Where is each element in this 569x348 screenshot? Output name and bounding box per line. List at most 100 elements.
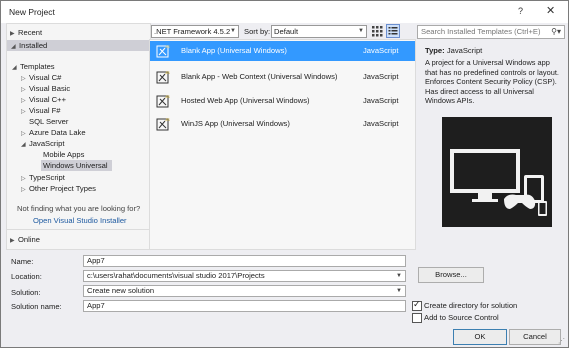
collapse-arrow-icon[interactable]: ◢ xyxy=(21,140,29,151)
create-directory-checkbox[interactable]: ✓ xyxy=(412,299,422,311)
tree-item-label: Recent xyxy=(18,28,43,37)
tree-item-templates[interactable]: ◢ Templates xyxy=(12,61,55,72)
js-template-icon: JS xyxy=(156,94,170,108)
not-finding-text: Not finding what you are looking for? xyxy=(17,204,141,213)
tree-item-label: Windows Universal xyxy=(43,161,108,170)
name-value: App7 xyxy=(87,256,105,265)
checkmark-icon: ✓ xyxy=(413,299,421,309)
create-directory-label: Create directory for solution xyxy=(424,301,518,310)
search-placeholder: Search Installed Templates (Ctrl+E) xyxy=(421,27,541,36)
description-text: A project for a Universal Windows app th… xyxy=(425,58,559,106)
expand-arrow-icon[interactable]: ▶ xyxy=(10,236,18,247)
template-row[interactable]: JS Blank App (Universal Windows) JavaScr… xyxy=(150,41,415,61)
solution-name-value: App7 xyxy=(87,301,105,310)
tree-item-recent[interactable]: ▶ Recent xyxy=(10,27,42,38)
template-row[interactable]: JS Blank App - Web Context (Universal Wi… xyxy=(150,67,415,87)
divider xyxy=(7,229,150,230)
tree-item-label: Visual F# xyxy=(29,106,61,115)
tree-item-label: Templates xyxy=(20,62,55,71)
expand-arrow-icon[interactable]: ▷ xyxy=(21,107,29,118)
js-template-icon: JS xyxy=(156,44,170,58)
tree-item-azure-data-lake[interactable]: ▷ Azure Data Lake xyxy=(21,127,86,138)
template-row[interactable]: JS WinJS App (Universal Windows) JavaScr… xyxy=(150,114,415,134)
location-field[interactable]: c:\users\rahat\documents\visual studio 2… xyxy=(83,270,406,282)
tree-item-label: Visual Basic xyxy=(29,84,71,93)
svg-text:JS: JS xyxy=(165,94,170,99)
description-panel: Type: JavaScript A project for a Univers… xyxy=(418,39,563,248)
tree-item-mobile-apps[interactable]: Mobile Apps xyxy=(43,149,84,160)
tree-item-visual-basic[interactable]: ▷ Visual Basic xyxy=(21,83,70,94)
search-input[interactable]: Search Installed Templates (Ctrl+E) ⚲▾ xyxy=(417,25,565,39)
tree-item-sql-server[interactable]: SQL Server xyxy=(29,116,68,127)
title-bar: New Project ? ✕ xyxy=(1,1,568,23)
new-project-dialog: New Project ? ✕ ▶ Recent ◢ Installed ◢ Temp… xyxy=(0,0,569,348)
type-value: JavaScript xyxy=(446,46,483,55)
solution-select[interactable]: Create new solution ▼ xyxy=(83,285,406,297)
tree-item-visual-fsharp[interactable]: ▷ Visual F# xyxy=(21,105,61,116)
ok-button[interactable]: OK xyxy=(453,329,507,345)
template-language: JavaScript xyxy=(363,72,399,81)
svg-text:JS: JS xyxy=(165,44,170,49)
template-name: WinJS App (Universal Windows) xyxy=(181,119,290,128)
help-button[interactable]: ? xyxy=(518,6,523,16)
chevron-down-icon: ▼ xyxy=(358,28,364,34)
template-language: JavaScript xyxy=(363,46,399,55)
tree-item-visual-cpp[interactable]: ▷ Visual C++ xyxy=(21,94,66,105)
list-view-icon[interactable] xyxy=(386,24,400,38)
tree-item-label: Installed xyxy=(19,41,48,50)
template-language: JavaScript xyxy=(363,96,399,105)
svg-text:JS: JS xyxy=(165,117,170,122)
template-name: Blank App (Universal Windows) xyxy=(181,46,287,55)
dialog-title: New Project xyxy=(9,7,55,17)
template-name: Hosted Web App (Universal Windows) xyxy=(181,96,310,105)
expand-arrow-icon[interactable]: ▶ xyxy=(10,29,18,40)
search-icon[interactable]: ⚲▾ xyxy=(551,26,561,38)
template-tree: ▶ Recent ◢ Installed ◢ Templates ▷ Visual C#… xyxy=(6,23,151,250)
tree-item-label: TypeScript xyxy=(29,173,65,182)
browse-button[interactable]: Browse... xyxy=(418,267,484,283)
type-label: Type: xyxy=(425,46,445,55)
tree-item-typescript[interactable]: ▷ TypeScript xyxy=(21,172,65,183)
tree-item-label: Online xyxy=(18,235,40,244)
tree-item-label: Azure Data Lake xyxy=(29,128,86,137)
sort-label: Sort by: xyxy=(244,27,271,36)
template-name: Blank App - Web Context (Universal Windo… xyxy=(181,72,338,81)
solution-label: Solution: xyxy=(11,288,41,297)
sort-select[interactable]: Default ▼ xyxy=(271,25,367,38)
tree-item-windows-universal[interactable]: Windows Universal xyxy=(41,160,112,171)
tree-item-online[interactable]: ▶ Online xyxy=(10,234,40,245)
svg-text:JS: JS xyxy=(165,70,170,75)
tree-item-label: Mobile Apps xyxy=(43,150,85,159)
devices-illustration-icon xyxy=(442,117,552,227)
name-field[interactable]: App7 xyxy=(83,255,406,267)
location-value: c:\users\rahat\documents\visual studio 2… xyxy=(87,271,265,280)
framework-select[interactable]: .NET Framework 4.5.2 ▼ xyxy=(151,25,239,38)
tree-item-javascript[interactable]: ◢ JavaScript xyxy=(21,138,64,149)
open-installer-link[interactable]: Open Visual Studio Installer xyxy=(33,216,127,225)
tree-item-label: SQL Server xyxy=(29,117,69,126)
template-row[interactable]: JS Hosted Web App (Universal Windows) Ja… xyxy=(150,91,415,111)
tree-item-label: Visual C++ xyxy=(29,95,67,104)
resize-grip-icon[interactable]: ⋰ xyxy=(558,337,565,345)
js-template-icon: JS xyxy=(156,70,170,84)
add-source-control-checkbox[interactable] xyxy=(412,313,422,323)
tree-item-visual-csharp[interactable]: ▷ Visual C# xyxy=(21,72,61,83)
location-label: Location: xyxy=(11,272,42,281)
add-source-control-label: Add to Source Control xyxy=(424,313,499,322)
solution-name-label: Solution name: xyxy=(11,302,62,311)
tree-item-label: JavaScript xyxy=(29,139,65,148)
tree-item-installed[interactable]: ◢ Installed xyxy=(7,40,150,53)
chevron-down-icon: ▼ xyxy=(396,273,402,279)
collapse-arrow-icon[interactable]: ◢ xyxy=(12,63,20,74)
js-template-icon: JS xyxy=(156,117,170,131)
close-button[interactable]: ✕ xyxy=(546,4,555,17)
chevron-down-icon: ▼ xyxy=(230,28,236,34)
cancel-button[interactable]: Cancel xyxy=(509,329,561,345)
collapse-arrow-icon[interactable]: ◢ xyxy=(11,42,19,53)
template-type: Type: JavaScript xyxy=(425,46,482,55)
grid-view-icon[interactable] xyxy=(371,25,383,37)
solution-name-field[interactable]: App7 xyxy=(83,300,406,312)
chevron-down-icon: ▼ xyxy=(396,288,402,294)
tree-item-other-project-types[interactable]: ▷ Other Project Types xyxy=(21,183,96,194)
expand-arrow-icon[interactable]: ▷ xyxy=(21,185,29,196)
